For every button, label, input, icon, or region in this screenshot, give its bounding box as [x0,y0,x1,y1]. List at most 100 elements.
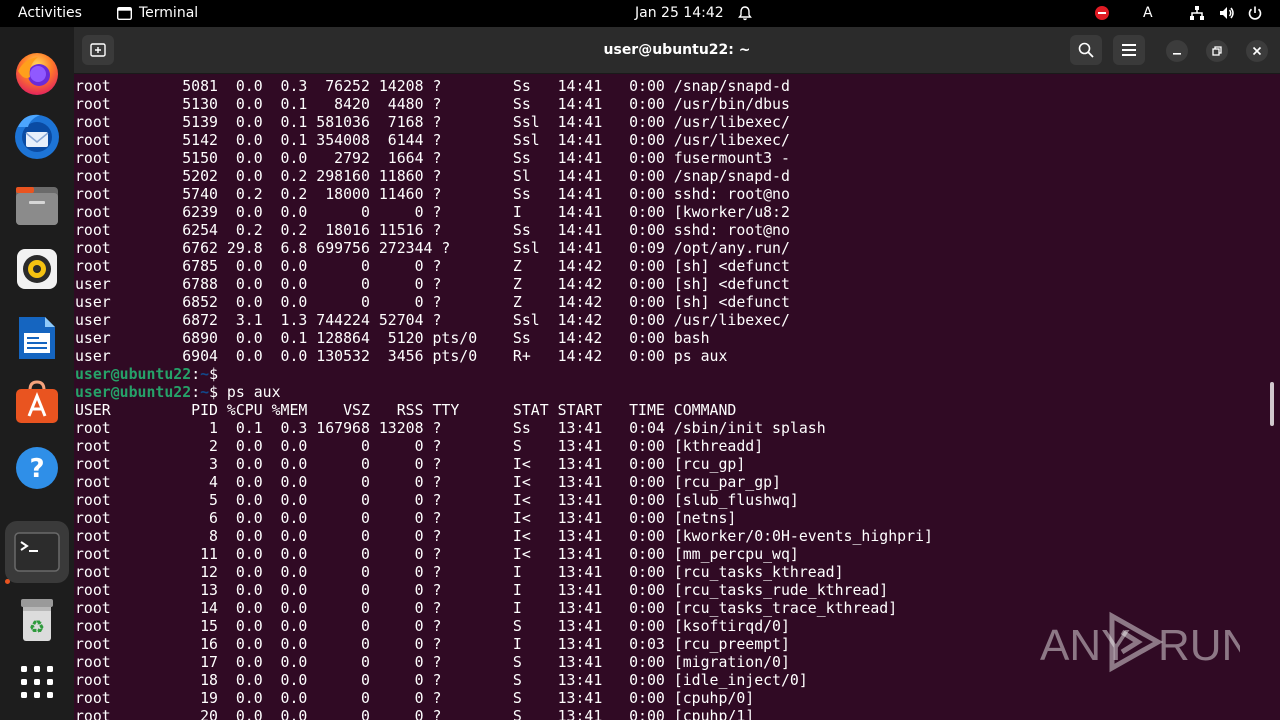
output-line: user 6904 0.0 0.0 130532 3456 pts/0 R+ 1… [75,347,933,365]
output-line: root 20 0.0 0.0 0 0 ? S 13:41 0:00 [cpuh… [75,707,933,720]
output-line: root 5150 0.0 0.0 2792 1664 ? Ss 14:41 0… [75,149,933,167]
network-icon[interactable] [1189,5,1205,21]
dock-show-apps[interactable] [5,651,69,713]
terminal-icon [14,532,60,572]
app-menu[interactable]: Terminal [117,0,198,27]
output-text: root 20 0.0 0.0 0 0 ? S 13:41 0:00 [cpuh… [75,707,755,720]
output-line: root 2 0.0 0.0 0 0 ? S 13:41 0:00 [kthre… [75,437,933,455]
output-text: root 1 0.1 0.3 167968 13208 ? Ss 13:41 0… [75,419,826,437]
watermark-text-right: RUN [1158,621,1240,670]
firefox-icon [16,53,58,95]
output-line: root 1 0.1 0.3 167968 13208 ? Ss 13:41 0… [75,419,933,437]
output-line: user 6872 3.1 1.3 744224 52704 ? Ssl 14:… [75,311,933,329]
input-source-indicator[interactable]: A [1143,0,1153,27]
close-icon [1252,46,1262,56]
do-not-disturb-icon[interactable] [1094,5,1110,21]
show-apps-icon [21,666,53,698]
output-text: user 6890 0.0 0.1 128864 5120 pts/0 Ss 1… [75,329,710,347]
dock-trash[interactable]: ♻ [5,589,69,651]
prompt-line: user@ubuntu22:~$ ps aux [75,383,933,401]
output-line: root 6785 0.0 0.0 0 0 ? Z 14:42 0:00 [sh… [75,257,933,275]
restore-icon [1212,46,1222,56]
prompt-separator: : [191,383,201,401]
bell-icon[interactable] [737,5,753,21]
output-text: root 8 0.0 0.0 0 0 ? I< 13:41 0:00 [kwor… [75,527,933,545]
output-text: root 5202 0.0 0.2 298160 11860 ? Sl 14:4… [75,167,790,185]
dock-help[interactable]: ? [5,437,69,499]
output-text: root 3 0.0 0.0 0 0 ? I< 13:41 0:00 [rcu_… [75,455,746,473]
output-text: USER PID %CPU %MEM VSZ RSS TTY STAT STAR… [75,401,737,419]
command-text: $ ps aux [209,383,281,401]
dock-thunderbird[interactable] [5,105,69,167]
output-text: root 18 0.0 0.0 0 0 ? S 13:41 0:00 [idle… [75,671,808,689]
thunderbird-icon [15,114,59,159]
minimize-icon [1173,53,1181,55]
prompt-user: user@ubuntu22 [75,383,192,401]
terminal-lines: root 5081 0.0 0.3 76252 14208 ? Ss 14:41… [75,77,933,720]
output-text: root 5150 0.0 0.0 2792 1664 ? Ss 14:41 0… [75,149,790,167]
power-icon[interactable] [1247,5,1263,21]
terminal-headerbar: user@ubuntu22: ~ [74,27,1280,74]
output-line: root 6239 0.0 0.0 0 0 ? I 14:41 0:00 [kw… [75,203,933,221]
prompt-separator: : [191,365,201,383]
output-line: root 14 0.0 0.0 0 0 ? I 13:41 0:00 [rcu_… [75,599,933,617]
menu-button[interactable] [1113,35,1145,65]
output-text: user 6852 0.0 0.0 0 0 ? Z 14:42 0:00 [sh… [75,293,790,311]
output-text: root 17 0.0 0.0 0 0 ? S 13:41 0:00 [migr… [75,653,790,671]
output-line: root 4 0.0 0.0 0 0 ? I< 13:41 0:00 [rcu_… [75,473,933,491]
minimize-button[interactable] [1166,40,1188,62]
trash-icon: ♻ [21,599,53,641]
close-button[interactable] [1246,40,1268,62]
output-text: root 19 0.0 0.0 0 0 ? S 13:41 0:00 [cpuh… [75,689,755,707]
search-icon [1078,42,1094,58]
search-button[interactable] [1070,35,1102,65]
output-line: root 11 0.0 0.0 0 0 ? I< 13:41 0:00 [mm_… [75,545,933,563]
dock-rhythmbox[interactable] [5,238,69,300]
maximize-button[interactable] [1206,40,1228,62]
volume-icon[interactable] [1219,5,1235,21]
dock-app-center[interactable] [5,371,69,433]
output-text: root 6254 0.2 0.2 18016 11516 ? Ss 14:41… [75,221,790,239]
output-text: user 6872 3.1 1.3 744224 52704 ? Ssl 14:… [75,311,790,329]
output-text: root 6762 29.8 6.8 699756 272344 ? Ssl 1… [75,239,790,257]
app-center-icon [16,380,58,423]
output-text: root 6785 0.0 0.0 0 0 ? Z 14:42 0:00 [sh… [75,257,790,275]
writer-icon [19,317,55,359]
output-text: root 5130 0.0 0.1 8420 4480 ? Ss 14:41 0… [75,95,790,113]
output-text: root 6 0.0 0.0 0 0 ? I< 13:41 0:00 [netn… [75,509,737,527]
output-line: root 13 0.0 0.0 0 0 ? I 13:41 0:00 [rcu_… [75,581,933,599]
output-line: user 6890 0.0 0.1 128864 5120 pts/0 Ss 1… [75,329,933,347]
output-line: root 17 0.0 0.0 0 0 ? S 13:41 0:00 [migr… [75,653,933,671]
dock: ? ♻ [0,27,74,720]
anyrun-watermark: ANY RUN [1040,611,1240,673]
output-text: root 2 0.0 0.0 0 0 ? S 13:41 0:00 [kthre… [75,437,764,455]
output-text: root 15 0.0 0.0 0 0 ? S 13:41 0:00 [ksof… [75,617,790,635]
scrollbar-thumb[interactable] [1270,382,1274,426]
output-text: root 11 0.0 0.0 0 0 ? I< 13:41 0:00 [mm_… [75,545,799,563]
activities-button[interactable]: Activities [18,0,82,27]
output-line: root 18 0.0 0.0 0 0 ? S 13:41 0:00 [idle… [75,671,933,689]
files-icon [16,187,58,225]
output-line: root 5 0.0 0.0 0 0 ? I< 13:41 0:00 [slub… [75,491,933,509]
dock-firefox[interactable] [5,43,69,105]
svg-text:?: ? [29,454,44,484]
dock-writer[interactable] [5,307,69,369]
output-line: root 5081 0.0 0.3 76252 14208 ? Ss 14:41… [75,77,933,95]
help-icon: ? [16,447,58,489]
output-text: root 13 0.0 0.0 0 0 ? I 13:41 0:00 [rcu_… [75,581,889,599]
output-text: root 12 0.0 0.0 0 0 ? I 13:41 0:00 [rcu_… [75,563,844,581]
output-text: root 5139 0.0 0.1 581036 7168 ? Ssl 14:4… [75,113,790,131]
clock[interactable]: Jan 25 14:42 [635,0,724,27]
output-text: root 5081 0.0 0.3 76252 14208 ? Ss 14:41… [75,77,790,95]
terminal-icon [117,7,132,20]
dock-files[interactable] [5,174,69,236]
output-line: root 5130 0.0 0.1 8420 4480 ? Ss 14:41 0… [75,95,933,113]
output-text: user 6788 0.0 0.0 0 0 ? Z 14:42 0:00 [sh… [75,275,790,293]
app-name: Terminal [139,5,199,21]
output-line: root 5142 0.0 0.1 354008 6144 ? Ssl 14:4… [75,131,933,149]
dock-terminal[interactable] [5,521,69,583]
output-line: root 8 0.0 0.0 0 0 ? I< 13:41 0:00 [kwor… [75,527,933,545]
output-text: user 6904 0.0 0.0 130532 3456 pts/0 R+ 1… [75,347,728,365]
hamburger-menu-icon [1122,44,1136,56]
output-text: root 16 0.0 0.0 0 0 ? I 13:41 0:03 [rcu_… [75,635,790,653]
